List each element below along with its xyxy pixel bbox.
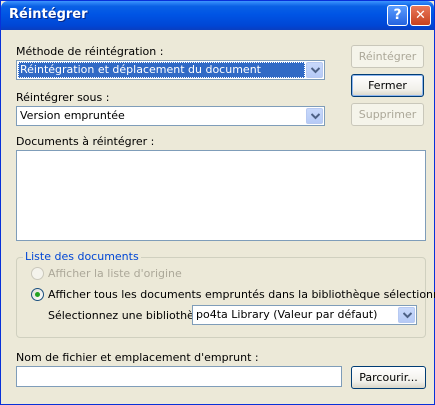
filename-input[interactable] — [16, 366, 342, 387]
method-label: Méthode de réintégration : — [16, 45, 164, 58]
show-all-radio[interactable] — [31, 288, 44, 301]
library-select[interactable]: po4ta Library (Valeur par défaut) — [192, 305, 417, 325]
show-origin-label: Afficher la liste d'origine — [48, 267, 182, 280]
chevron-down-icon[interactable] — [306, 62, 323, 78]
reintegrate-button[interactable]: Réintégrer — [351, 45, 424, 68]
window-title: Réintégrer — [9, 7, 88, 22]
radio-selected-dot — [35, 292, 40, 297]
close-button[interactable]: Fermer — [351, 74, 424, 97]
close-window-button[interactable]: ✕ — [410, 5, 431, 26]
documents-label: Documents à réintégrer : — [16, 135, 155, 148]
filename-label: Nom de fichier et emplacement d'emprunt … — [16, 351, 259, 364]
reintegrate-as-label: Réintégrer sous : — [16, 91, 110, 104]
reintegrate-dialog: Réintégrer ? ✕ Méthode de réintégration … — [0, 0, 435, 405]
title-bar[interactable]: Réintégrer ? ✕ — [1, 1, 434, 30]
chevron-down-icon[interactable] — [306, 108, 323, 124]
method-select[interactable]: Réintégration et déplacement du document — [16, 60, 325, 80]
chevron-down-icon[interactable] — [398, 307, 415, 323]
browse-button[interactable]: Parcourir... — [351, 366, 426, 389]
show-all-label: Afficher tous les documents empruntés da… — [48, 288, 435, 301]
library-select-value: po4ta Library (Valeur par défaut) — [196, 308, 378, 321]
close-icon: ✕ — [415, 8, 426, 23]
document-list-legend: Liste des documents — [23, 250, 141, 263]
help-button[interactable]: ? — [387, 5, 408, 26]
help-icon: ? — [393, 7, 402, 23]
delete-button[interactable]: Supprimer — [351, 103, 424, 126]
show-origin-radio[interactable] — [31, 267, 44, 280]
reintegrate-as-select[interactable]: Version empruntée — [16, 106, 325, 126]
documents-list[interactable] — [16, 150, 426, 241]
method-select-value: Réintégration et déplacement du document — [18, 62, 305, 78]
reintegrate-as-select-value: Version empruntée — [20, 109, 125, 122]
